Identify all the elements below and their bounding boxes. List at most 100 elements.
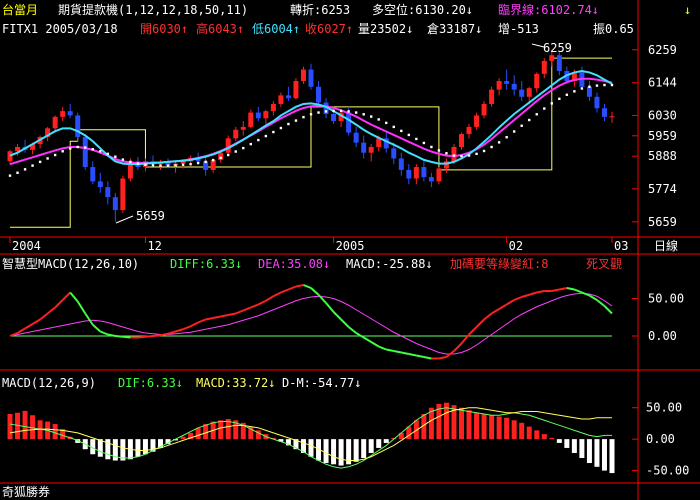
candle-body: [300, 69, 306, 82]
header-critical: 臨界線:6102.74↓: [498, 2, 599, 17]
stop-dot: [309, 113, 313, 116]
stop-dot: [204, 160, 207, 164]
stop-dot: [211, 158, 215, 162]
stop-dot: [497, 141, 501, 144]
stop-dot: [287, 122, 290, 126]
candle-body: [285, 95, 291, 99]
stop-dot: [23, 168, 27, 171]
low-annotation: 5659: [136, 209, 165, 223]
stop-dot: [565, 93, 569, 96]
candle-body: [112, 197, 118, 211]
quote-amp: 振0.65: [593, 22, 634, 36]
stop-dot: [272, 130, 275, 134]
macd2-hist-bar: [526, 426, 532, 440]
macd2-hist-bar: [97, 439, 103, 457]
macd-panel-dea: DEA:35.08↓: [258, 257, 330, 271]
stop-dot: [181, 163, 185, 166]
quote-open: 開6030↑: [140, 22, 188, 36]
macd2-hist-bar: [474, 412, 480, 440]
stop-dot: [422, 141, 426, 145]
macd1-diff-segment: [152, 334, 161, 337]
candle-body: [240, 126, 246, 130]
stop-dot: [234, 150, 237, 153]
macd2-hist-bar: [541, 434, 547, 440]
macd2-hist-bar: [519, 422, 525, 440]
period-label[interactable]: 日線: [654, 238, 678, 253]
high-annotation: 6259: [543, 41, 572, 55]
candle-body: [293, 81, 299, 99]
macd2-hist-bar: [383, 439, 389, 443]
macd-panel-diff: DIFF:6.33↓: [170, 257, 242, 271]
candle-body: [278, 95, 284, 104]
candle-body: [391, 148, 397, 159]
stop-dot: [227, 153, 230, 157]
stop-dot: [610, 83, 614, 87]
candle-body: [368, 146, 374, 153]
candle-body: [255, 112, 261, 119]
quote-close: 收6027↑: [305, 22, 353, 36]
macd2-hist-bar: [564, 439, 570, 448]
macd2-hist-bar: [323, 439, 329, 464]
stop-dot: [242, 146, 245, 150]
candle-body: [90, 167, 96, 182]
stop-dot: [91, 148, 94, 151]
stop-dot: [573, 90, 576, 93]
candle-body: [504, 81, 510, 84]
stop-dot: [16, 171, 19, 174]
header-arrow[interactable]: ↓: [684, 3, 691, 17]
stop-dot: [279, 126, 283, 130]
macd1-diff-segment: [145, 335, 154, 338]
stop-dot: [392, 125, 395, 129]
stop-dot: [543, 107, 546, 110]
price-tick-label: 6259: [648, 43, 677, 57]
candle-body: [308, 69, 314, 87]
macd2-hist-bar: [308, 439, 314, 457]
stop-dot: [460, 154, 463, 158]
candle-body: [451, 146, 457, 162]
quote-change: 增-513: [498, 22, 539, 36]
stop-dot: [302, 115, 305, 119]
chart-canvas: 台當月 期貨提款機(1,12,12,18,50,11) 轉折:6253 多空位:…: [0, 0, 700, 500]
macd1-tick-label: 50.00: [648, 292, 684, 306]
stop-dot: [385, 121, 388, 125]
macd2-hist-bar: [353, 439, 359, 462]
stop-dot: [38, 160, 42, 164]
stop-dot: [317, 111, 320, 114]
macd2-hist-bar: [481, 414, 487, 440]
stop-dot: [415, 137, 418, 141]
candle-body: [481, 103, 487, 116]
quote-oi: 倉33187↓: [427, 21, 482, 36]
macd2-hist-bar: [52, 424, 58, 440]
candle-body: [541, 60, 547, 74]
candle-body: [398, 158, 404, 170]
candle-body: [75, 115, 81, 137]
candle-body: [233, 129, 239, 139]
macd2-panel-dif: DIF:6.33↓: [118, 376, 183, 390]
price-tick-label: 5959: [648, 129, 677, 143]
quote-volume: 量23502↓: [358, 22, 413, 36]
candle-body: [459, 134, 464, 147]
macd-panel-title: 智慧型MACD(12,26,10): [2, 256, 139, 271]
stop-dot: [294, 119, 298, 122]
candle-body: [609, 116, 615, 118]
candle-body: [210, 159, 216, 170]
stop-dot: [505, 136, 508, 139]
candle-body: [331, 113, 337, 122]
stop-dot: [445, 152, 448, 155]
macd2-hist-bar: [218, 420, 224, 440]
stop-dot: [114, 155, 117, 158]
candle-body: [60, 111, 66, 117]
stop-dot: [219, 156, 222, 160]
stop-dot: [407, 133, 411, 137]
candle-body: [248, 112, 254, 127]
stop-dot: [377, 118, 380, 121]
stop-dot: [467, 154, 471, 157]
macd2-hist-bar: [609, 439, 615, 474]
candle-body: [594, 96, 600, 109]
candle-body: [7, 151, 13, 162]
macd2-hist-bar: [556, 439, 562, 443]
stop-dot: [121, 158, 125, 161]
candle-body: [346, 112, 352, 133]
candle-body: [601, 108, 607, 117]
candle-body: [413, 167, 419, 179]
